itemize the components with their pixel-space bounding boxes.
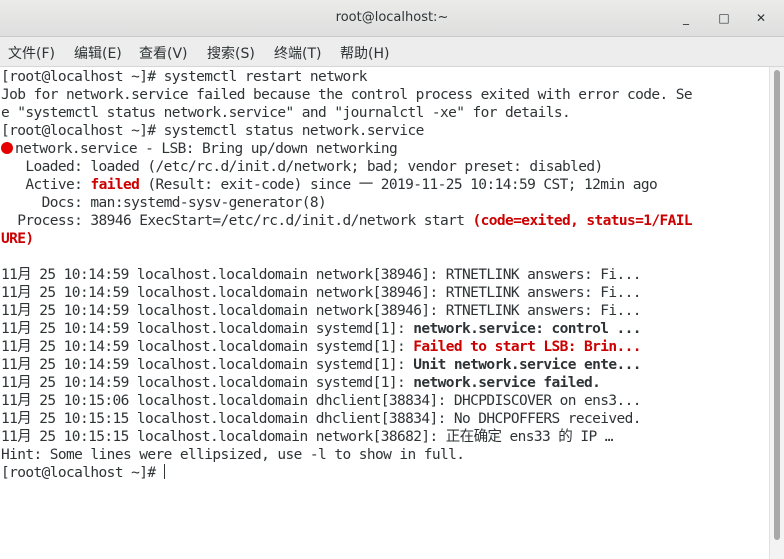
menu-edit[interactable]: 编辑(E) (74, 43, 122, 63)
terminal-line: [root@localhost ~]# systemctl status net… (1, 123, 424, 139)
log-message: Unit network.service ente... (413, 357, 641, 373)
process-exit-status: (code=exited, status=1/FAIL (472, 213, 693, 229)
terminal-line: Loaded: loaded (/etc/rc.d/init.d/network… (1, 159, 603, 175)
log-message: network.service: control ... (413, 321, 641, 337)
terminal-line: Job for network.service failed because t… (1, 87, 693, 103)
log-line: 11月 25 10:14:59 localhost.localdomain sy… (1, 374, 601, 392)
log-line: 11月 25 10:15:06 localhost.localdomain dh… (1, 392, 641, 410)
log-prefix: 11月 25 10:14:59 localhost.localdomain ne… (1, 267, 446, 283)
service-description: network.service - LSB: Bring up/down net… (15, 141, 398, 157)
close-button[interactable]: ✕ (751, 8, 771, 28)
shell-prompt: [root@localhost ~]# (1, 465, 164, 481)
log-line: 11月 25 10:14:59 localhost.localdomain sy… (1, 338, 642, 356)
active-label: Active: (1, 177, 91, 193)
log-line: 11月 25 10:14:59 localhost.localdomain ne… (1, 284, 642, 302)
log-message: RTNETLINK answers: Fi... (445, 303, 642, 319)
log-prefix: 11月 25 10:14:59 localhost.localdomain sy… (1, 321, 414, 337)
log-prefix: 11月 25 10:14:59 localhost.localdomain sy… (1, 357, 414, 373)
terminal-line: network.service - LSB: Bring up/down net… (1, 140, 398, 158)
log-message: 正在确定 ens33 的 IP … (445, 429, 614, 445)
log-message: RTNETLINK answers: Fi... (445, 285, 642, 301)
menu-bar: 文件(F) 编辑(E) 查看(V) 搜索(S) 终端(T) 帮助(H) (0, 37, 784, 67)
process-info: Process: 38946 ExecStart=/etc/rc.d/init.… (1, 213, 473, 229)
menu-help[interactable]: 帮助(H) (340, 43, 389, 63)
log-line: 11月 25 10:14:59 localhost.localdomain sy… (1, 320, 642, 338)
terminal-line: [root@localhost ~]# systemctl restart ne… (1, 69, 367, 85)
title-bar[interactable]: root@localhost:~ _ □ ✕ (0, 0, 784, 37)
menu-search[interactable]: 搜索(S) (207, 43, 255, 63)
terminal-line: e "systemctl status network.service" and… (1, 105, 571, 121)
terminal-output[interactable]: [root@localhost ~]# systemctl restart ne… (0, 67, 769, 559)
log-message: RTNETLINK answers: Fi... (445, 267, 642, 283)
terminal-line: Docs: man:systemd-sysv-generator(8) (1, 195, 327, 211)
log-prefix: 11月 25 10:15:15 localhost.localdomain dh… (1, 411, 454, 427)
window-title: root@localhost:~ (335, 10, 449, 25)
terminal-line: URE) (1, 231, 34, 247)
log-prefix: 11月 25 10:14:59 localhost.localdomain ne… (1, 303, 446, 319)
cursor (163, 464, 165, 479)
log-line: 11月 25 10:15:15 localhost.localdomain dh… (1, 410, 641, 428)
minimize-button[interactable]: _ (676, 8, 696, 28)
log-prefix: 11月 25 10:14:59 localhost.localdomain sy… (1, 375, 414, 391)
log-prefix: 11月 25 10:14:59 localhost.localdomain ne… (1, 285, 446, 301)
log-message: network.service failed. (413, 375, 601, 391)
log-prefix: 11月 25 10:14:59 localhost.localdomain sy… (1, 339, 414, 355)
log-line: 11月 25 10:14:59 localhost.localdomain ne… (1, 266, 642, 284)
active-detail: (Result: exit-code) since 一 2019-11-25 1… (139, 177, 658, 193)
log-message: DHCPDISCOVER on ens3... (453, 393, 642, 409)
log-line: 11月 25 10:14:59 localhost.localdomain ne… (1, 302, 642, 320)
terminal-line: Hint: Some lines were ellipsized, use -l… (1, 447, 465, 463)
scrollbar[interactable] (769, 67, 784, 559)
status-failed-dot-icon (1, 142, 13, 154)
terminal-line: Active: failed (Result: exit-code) since… (1, 176, 657, 194)
terminal-line: Process: 38946 ExecStart=/etc/rc.d/init.… (1, 212, 692, 230)
menu-terminal[interactable]: 终端(T) (274, 43, 321, 63)
log-line: 11月 25 10:14:59 localhost.localdomain sy… (1, 356, 642, 374)
log-message: Failed to start LSB: Brin... (413, 339, 641, 355)
scrollbar-thumb[interactable] (774, 70, 780, 540)
log-line: 11月 25 10:15:15 localhost.localdomain ne… (1, 428, 613, 446)
active-status: failed (90, 177, 140, 193)
log-prefix: 11月 25 10:15:06 localhost.localdomain dh… (1, 393, 454, 409)
terminal-window: root@localhost:~ _ □ ✕ 文件(F) 编辑(E) 查看(V)… (0, 0, 784, 559)
log-message: No DHCPOFFERS received. (453, 411, 642, 427)
log-prefix: 11月 25 10:15:15 localhost.localdomain ne… (1, 429, 446, 445)
menu-view[interactable]: 查看(V) (139, 43, 188, 63)
terminal-prompt-line: [root@localhost ~]# (1, 464, 165, 482)
menu-file[interactable]: 文件(F) (8, 43, 55, 63)
maximize-button[interactable]: □ (714, 8, 734, 28)
